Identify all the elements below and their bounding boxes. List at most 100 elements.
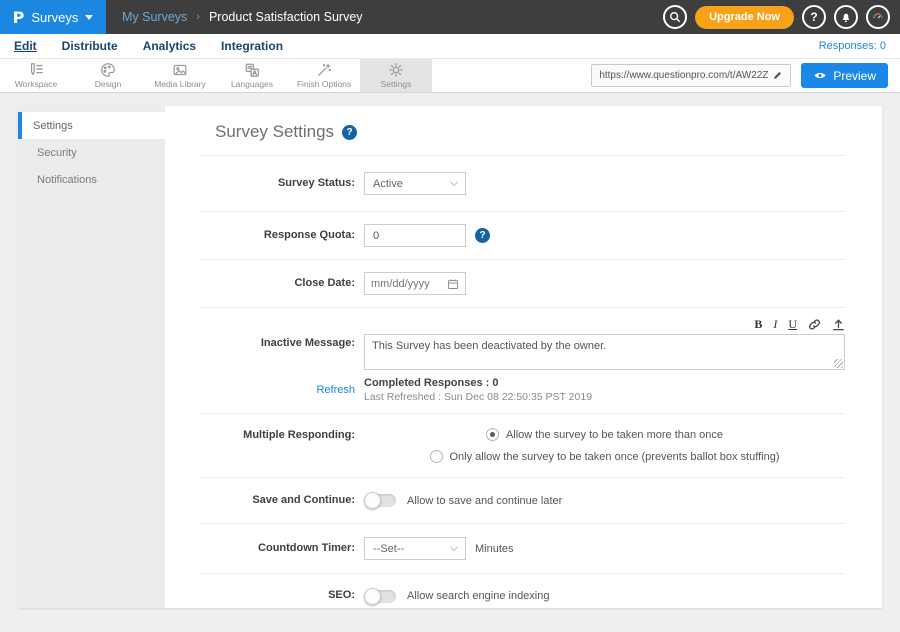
help-button[interactable]: ? bbox=[802, 5, 826, 29]
row-close-date: Close Date: bbox=[200, 260, 845, 308]
inactive-message-textarea[interactable]: This Survey has been deactivated by the … bbox=[364, 334, 845, 370]
toolbar-item-label: Finish Options bbox=[297, 79, 351, 89]
row-inactive-message: Inactive Message: Refresh B I U This Sur… bbox=[200, 308, 845, 414]
countdown-timer-select[interactable]: --Set-- bbox=[364, 537, 466, 560]
toolbar-item-workspace[interactable]: Workspace bbox=[0, 59, 72, 92]
toolbar-item-design[interactable]: Design bbox=[72, 59, 144, 92]
close-date-field bbox=[364, 272, 466, 295]
preview-button[interactable]: Preview bbox=[801, 63, 888, 88]
survey-status-value: Active bbox=[373, 178, 403, 190]
save-and-continue-toggle[interactable] bbox=[366, 494, 396, 507]
survey-status-label: Survey Status: bbox=[200, 176, 355, 191]
question-mark-icon: ? bbox=[810, 10, 817, 24]
questionpro-logo-icon: P bbox=[13, 8, 25, 27]
save-and-continue-label: Save and Continue: bbox=[200, 493, 355, 508]
eye-icon bbox=[813, 70, 827, 81]
edit-url-pencil-icon[interactable] bbox=[772, 70, 783, 81]
breadcrumb-my-surveys[interactable]: My Surveys bbox=[122, 10, 187, 24]
completed-responses-text: Completed Responses : 0 bbox=[364, 377, 845, 389]
save-and-continue-description: Allow to save and continue later bbox=[407, 495, 562, 507]
tab-edit[interactable]: Edit bbox=[14, 39, 37, 53]
link-icon[interactable] bbox=[808, 318, 821, 331]
notifications-button[interactable] bbox=[834, 5, 858, 29]
chevron-down-icon bbox=[450, 178, 458, 186]
translate-icon bbox=[244, 62, 260, 78]
image-icon bbox=[172, 62, 188, 78]
row-seo: SEO: Allow search engine indexing bbox=[200, 574, 845, 608]
title-row: Survey Settings ? bbox=[200, 106, 845, 156]
sidebar-item-notifications[interactable]: Notifications bbox=[18, 166, 165, 193]
row-countdown-timer: Countdown Timer: --Set-- Minutes bbox=[200, 524, 845, 574]
page-title: Survey Settings bbox=[215, 122, 334, 142]
tab-distribute[interactable]: Distribute bbox=[62, 39, 118, 53]
palette-icon bbox=[100, 62, 116, 78]
rich-text-toolbar: B I U bbox=[364, 316, 845, 332]
upgrade-now-button[interactable]: Upgrade Now bbox=[695, 6, 794, 29]
gauge-icon bbox=[871, 10, 885, 24]
image-upload-icon[interactable] bbox=[832, 318, 845, 331]
magic-wand-icon bbox=[316, 62, 332, 78]
countdown-timer-suffix: Minutes bbox=[475, 543, 514, 555]
toolbar-item-finish-options[interactable]: Finish Options bbox=[288, 59, 360, 92]
toolbar-item-languages[interactable]: Languages bbox=[216, 59, 288, 92]
tab-analytics[interactable]: Analytics bbox=[143, 39, 196, 53]
preview-button-label: Preview bbox=[833, 69, 876, 83]
survey-status-select[interactable]: Active bbox=[364, 172, 466, 195]
row-multiple-responding: Multiple Responding: Allow the survey to… bbox=[200, 414, 845, 478]
row-save-and-continue: Save and Continue: Allow to save and con… bbox=[200, 478, 845, 524]
tab-integration[interactable]: Integration bbox=[221, 39, 283, 53]
account-meter-button[interactable] bbox=[866, 5, 890, 29]
radio-selected-icon[interactable] bbox=[486, 428, 499, 441]
settings-content: Survey Settings ? Survey Status: Active … bbox=[165, 106, 882, 608]
radio-option-multiple-allowed[interactable]: Allow the survey to be taken more than o… bbox=[486, 428, 723, 441]
multiple-responding-label: Multiple Responding: bbox=[200, 428, 355, 443]
section-tabs: Edit Distribute Analytics Integration Re… bbox=[0, 34, 900, 58]
inactive-message-field: This Survey has been deactivated by the … bbox=[364, 334, 845, 370]
survey-settings-help-icon[interactable]: ? bbox=[342, 125, 357, 140]
toolbar-item-settings[interactable]: Settings bbox=[360, 59, 432, 92]
toolbar-item-label: Languages bbox=[231, 79, 273, 89]
radio-option-only-once[interactable]: Only allow the survey to be taken once (… bbox=[430, 450, 780, 463]
close-date-input[interactable] bbox=[371, 278, 443, 290]
countdown-timer-value: --Set-- bbox=[373, 543, 404, 555]
search-button[interactable] bbox=[663, 5, 687, 29]
resize-handle[interactable] bbox=[834, 359, 843, 368]
survey-url-input[interactable] bbox=[599, 70, 768, 81]
response-quota-help-icon[interactable]: ? bbox=[475, 228, 490, 243]
chevron-down-icon bbox=[450, 543, 458, 551]
seo-description: Allow search engine indexing bbox=[407, 590, 549, 602]
toolbar-item-media-library[interactable]: Media Library bbox=[144, 59, 216, 92]
italic-icon[interactable]: I bbox=[773, 318, 777, 330]
toolbar-item-label: Design bbox=[95, 79, 121, 89]
underline-icon[interactable]: U bbox=[788, 318, 797, 330]
topbar-actions: Upgrade Now ? bbox=[663, 5, 900, 29]
gear-icon bbox=[388, 62, 404, 78]
bold-icon[interactable]: B bbox=[754, 318, 762, 330]
sidebar-item-settings[interactable]: Settings bbox=[18, 112, 165, 139]
sidebar-item-security[interactable]: Security bbox=[18, 139, 165, 166]
toolbar-item-label: Media Library bbox=[154, 79, 206, 89]
breadcrumb-current-survey: Product Satisfaction Survey bbox=[209, 10, 363, 24]
close-date-label: Close Date: bbox=[200, 276, 355, 291]
radio-unselected-icon[interactable] bbox=[430, 450, 443, 463]
calendar-icon[interactable] bbox=[447, 278, 459, 290]
completed-responses-block: Completed Responses : 0 Last Refreshed :… bbox=[364, 377, 845, 403]
inactive-message-label: Inactive Message: bbox=[261, 336, 355, 351]
edit-toolbar: Workspace Design Media Library Languages… bbox=[0, 58, 900, 93]
surveys-menu[interactable]: P Surveys bbox=[0, 0, 106, 34]
response-quota-input[interactable] bbox=[364, 224, 466, 247]
questionpro-app: P Surveys My Surveys › Product Satisfact… bbox=[0, 0, 900, 632]
responses-count[interactable]: Responses: 0 bbox=[819, 40, 886, 52]
toolbar-item-label: Workspace bbox=[15, 79, 57, 89]
countdown-timer-label: Countdown Timer: bbox=[200, 541, 355, 556]
bell-icon bbox=[840, 11, 852, 23]
refresh-link[interactable]: Refresh bbox=[316, 383, 355, 398]
seo-toggle[interactable] bbox=[366, 590, 396, 603]
seo-label: SEO: bbox=[200, 588, 355, 603]
workspace-icon bbox=[28, 62, 44, 78]
row-survey-status: Survey Status: Active bbox=[200, 156, 845, 212]
breadcrumb: My Surveys › Product Satisfaction Survey bbox=[122, 10, 363, 24]
response-quota-label: Response Quota: bbox=[200, 228, 355, 243]
settings-sidebar: Settings Security Notifications bbox=[18, 106, 165, 608]
last-refreshed-text: Last Refreshed : Sun Dec 08 22:50:35 PST… bbox=[364, 391, 845, 403]
